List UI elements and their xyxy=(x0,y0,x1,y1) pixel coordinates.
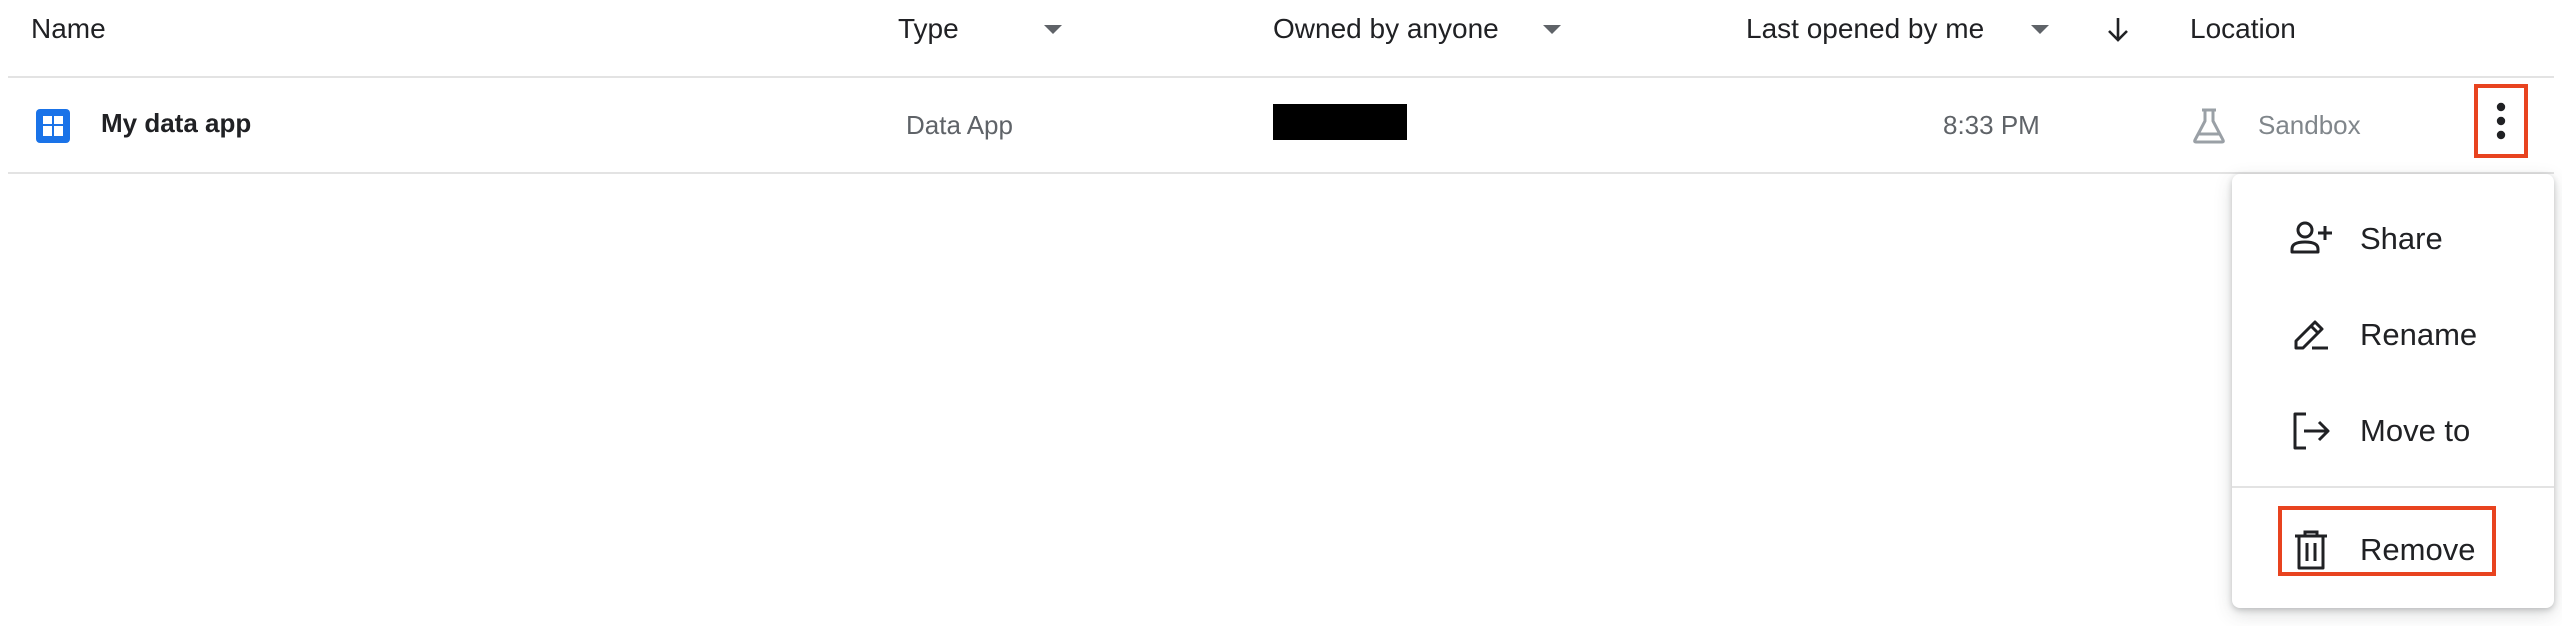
file-list: Name Type Owned by anyone Last opened by… xyxy=(0,0,2562,626)
last-opened-time: 8:33 PM xyxy=(1943,110,2040,140)
flask-icon xyxy=(2193,108,2225,144)
column-header-type[interactable]: Type xyxy=(898,0,1062,58)
file-name[interactable]: My data app xyxy=(101,108,251,139)
move-to-icon xyxy=(2293,412,2330,450)
column-header-location-label: Location xyxy=(2190,13,2296,44)
file-location[interactable]: Sandbox xyxy=(2258,110,2361,141)
menu-item-rename-label: Rename xyxy=(2360,317,2478,352)
sort-descending-arrow-icon[interactable] xyxy=(2104,14,2132,44)
column-header-owner-label: Owned by anyone xyxy=(1273,13,1499,44)
owner-redacted-block xyxy=(1273,104,1407,140)
pencil-icon xyxy=(2294,320,2328,350)
row-divider xyxy=(8,172,2554,174)
table-row[interactable]: My data app Data App 8:33 PM Sandbox xyxy=(0,78,2562,172)
menu-item-rename[interactable]: Rename xyxy=(2232,290,2554,380)
last-opened-dropdown-arrow-icon[interactable] xyxy=(2031,25,2049,34)
menu-item-remove[interactable]: Remove xyxy=(2232,505,2554,595)
column-header-type-label: Type xyxy=(898,13,959,44)
file-type: Data App xyxy=(906,110,1013,140)
owner-dropdown-arrow-icon[interactable] xyxy=(1543,25,1561,34)
menu-item-share[interactable]: Share xyxy=(2232,194,2554,284)
column-header-last-opened[interactable]: Last opened by me xyxy=(1746,0,2049,58)
column-header-location[interactable]: Location xyxy=(2190,0,2296,58)
menu-item-remove-label: Remove xyxy=(2360,532,2476,567)
menu-divider xyxy=(2232,486,2554,488)
column-header-row: Name Type Owned by anyone Last opened by… xyxy=(0,0,2562,76)
trash-icon xyxy=(2295,530,2327,570)
person-add-icon xyxy=(2290,221,2332,254)
data-app-icon xyxy=(36,109,70,143)
column-header-name-label: Name xyxy=(31,13,106,44)
column-header-last-opened-label: Last opened by me xyxy=(1746,13,1985,44)
more-actions-button[interactable] xyxy=(2474,84,2528,158)
context-menu: Share Rename Move to Remove xyxy=(2232,174,2554,608)
menu-item-move-to-label: Move to xyxy=(2360,413,2471,448)
type-dropdown-arrow-icon[interactable] xyxy=(1044,25,1062,34)
column-header-name[interactable]: Name xyxy=(31,0,106,58)
column-header-owner[interactable]: Owned by anyone xyxy=(1273,0,1561,58)
menu-item-move-to[interactable]: Move to xyxy=(2232,386,2554,476)
menu-item-share-label: Share xyxy=(2360,221,2443,256)
more-vert-icon xyxy=(2496,102,2506,140)
